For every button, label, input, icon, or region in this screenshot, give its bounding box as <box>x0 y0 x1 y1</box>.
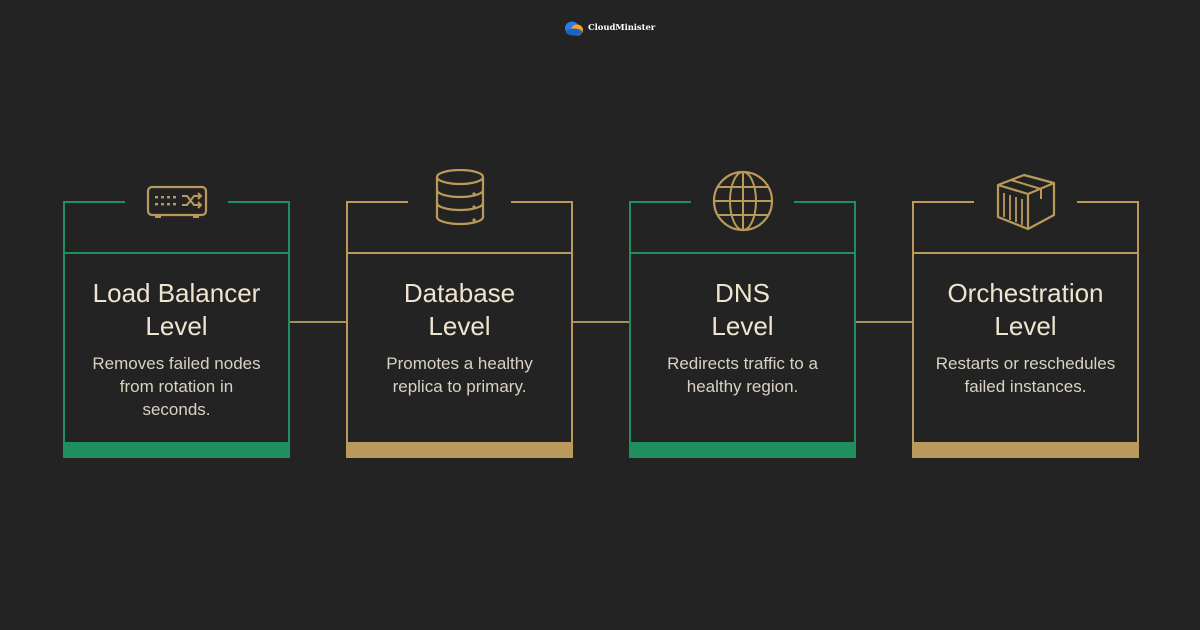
load-balancer-icon <box>146 185 208 218</box>
card-accent-bar <box>63 442 290 458</box>
database-icon <box>435 169 485 226</box>
card-accent-bar <box>629 442 856 458</box>
card-description: Promotes a healthy replica to primary. <box>386 354 533 396</box>
connector-line <box>573 321 631 323</box>
card-accent-bar <box>912 442 1139 458</box>
card-title: Orchestration Level <box>947 278 1104 341</box>
card-header-frame <box>629 170 856 253</box>
card-accent-bar <box>346 442 573 458</box>
connector-line <box>856 321 914 323</box>
card-description: Restarts or reschedules failed instances. <box>935 354 1116 396</box>
card-header-frame <box>346 169 573 253</box>
brand-logo: CloudMinister <box>563 18 655 38</box>
card-dns: DNS Level Redirects traffic to a healthy r… <box>629 252 856 458</box>
card-description: Removes failed nodes from rotation in seco… <box>92 354 261 419</box>
connector-line <box>290 321 348 323</box>
card-header-frame <box>912 173 1139 253</box>
card-database: Database Level Promotes a healthy replica … <box>346 252 573 458</box>
brand-name: CloudMinister <box>588 23 656 33</box>
card-load-balancer: Load Balancer Level Removes failed nodes f… <box>63 252 290 458</box>
card-title: Load Balancer Level <box>92 278 261 341</box>
card-orchestration: Orchestration Level Restarts or reschedul… <box>912 252 1139 458</box>
container-box-icon <box>996 173 1056 231</box>
card-header-frame <box>63 185 290 253</box>
cloud-logo-icon <box>565 21 583 36</box>
card-description: Redirects traffic to a healthy region. <box>667 354 818 396</box>
globe-icon <box>712 170 774 232</box>
card-title: Database Level <box>403 278 516 341</box>
card-title: DNS Level <box>711 278 774 341</box>
